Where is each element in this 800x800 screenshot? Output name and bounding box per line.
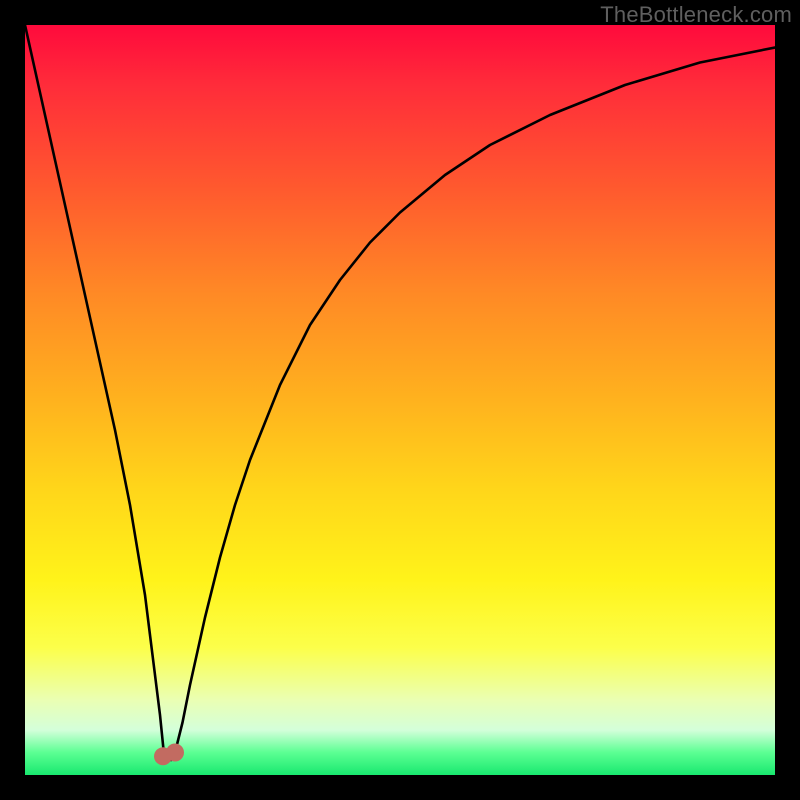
watermark-text: TheBottleneck.com (600, 2, 792, 28)
plot-area (25, 25, 775, 775)
bottleneck-curve (25, 25, 775, 760)
minimum-marker-right (166, 744, 184, 762)
bottleneck-chart (25, 25, 775, 775)
